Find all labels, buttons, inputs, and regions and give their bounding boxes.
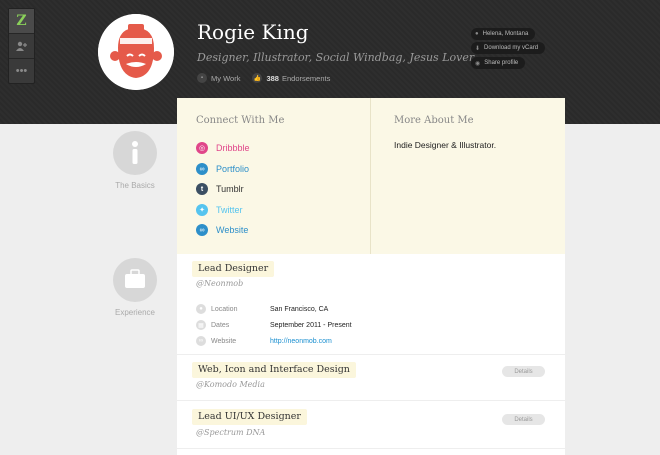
map-pin-icon: ●	[475, 31, 479, 37]
website-link[interactable]: ∞ Website	[196, 224, 248, 236]
add-contact-icon[interactable]	[9, 34, 34, 59]
side-nav: Z •••	[8, 8, 35, 84]
endorsements-count: 388	[266, 73, 279, 83]
details-button[interactable]: Details	[502, 366, 545, 377]
job-title: Lead Designer	[192, 261, 275, 277]
share-label: Share profile	[484, 60, 519, 66]
download-label: Download my vCard	[484, 45, 539, 51]
dribbble-icon: ◎	[196, 142, 208, 154]
detail-label: Dates	[211, 321, 230, 329]
calendar-icon: ▦	[196, 320, 206, 330]
download-vcard-button[interactable]: ⬇ Download my vCard	[471, 42, 546, 54]
job-company[interactable]: @Spectrum DNA	[196, 428, 265, 437]
job-website-link[interactable]: http://neonmob.com	[270, 338, 332, 345]
profile-stats: ▪ My Work 👍 388 Endorsements	[197, 73, 330, 83]
job-detail-website: ∞ Website http://neonmob.com	[196, 336, 332, 346]
about-title: More About Me	[394, 115, 474, 126]
portfolio-link[interactable]: ∞ Portfolio	[196, 163, 249, 175]
work-icon: ▪	[197, 73, 207, 83]
job-detail-location: ● Location San Francisco, CA	[196, 304, 328, 314]
profile-name: Rogie King	[197, 20, 309, 44]
twitter-link[interactable]: ✦ Twitter	[196, 204, 243, 216]
tumblr-label: Tumblr	[216, 184, 244, 194]
link-icon: ∞	[196, 163, 208, 175]
divider	[177, 448, 565, 449]
detail-value: San Francisco, CA	[270, 305, 329, 313]
location-label: Helena, Montana	[482, 31, 529, 37]
experience-section-label: Experience	[114, 308, 156, 317]
share-icon: ◉	[475, 60, 481, 67]
endorsements-label[interactable]: Endorsements	[282, 74, 330, 83]
twitter-bird-icon: ✦	[196, 204, 208, 216]
location-pill[interactable]: ● Helena, Montana	[471, 28, 536, 40]
connect-title: Connect With Me	[196, 115, 285, 126]
job-title: Lead UI/UX Designer	[192, 409, 307, 425]
location-icon: ●	[196, 304, 206, 314]
my-work-link[interactable]: My Work	[211, 74, 240, 83]
avatar	[98, 14, 174, 90]
tumblr-icon: t	[196, 183, 208, 195]
basics-section-label: The Basics	[115, 181, 155, 190]
profile-tagline: Designer, Illustrator, Social Windbag, J…	[197, 51, 475, 64]
detail-value: September 2011 - Present	[270, 321, 352, 329]
job-company[interactable]: @Komodo Media	[196, 380, 265, 389]
zerply-logo-icon[interactable]: Z	[9, 9, 34, 34]
detail-label: Website	[211, 337, 237, 345]
thumbs-up-icon: 👍	[252, 73, 263, 83]
details-button[interactable]: Details	[502, 414, 545, 425]
link-icon: ∞	[196, 224, 208, 236]
dribbble-label: Dribbble	[216, 143, 250, 153]
twitter-label: Twitter	[216, 205, 243, 215]
more-icon[interactable]: •••	[9, 59, 34, 83]
basics-info-icon	[113, 131, 157, 175]
about-text: Indie Designer & Illustrator.	[394, 140, 497, 150]
dribbble-link[interactable]: ◎ Dribbble	[196, 142, 250, 154]
detail-label: Location	[211, 305, 238, 313]
tumblr-link[interactable]: t Tumblr	[196, 183, 244, 195]
download-icon: ⬇	[475, 45, 481, 52]
link-icon: ∞	[196, 336, 206, 346]
website-label: Website	[216, 225, 249, 235]
share-profile-button[interactable]: ◉ Share profile	[471, 57, 526, 69]
job-company[interactable]: @Neonmob	[196, 279, 243, 288]
profile-card: Connect With Me More About Me Indie Desi…	[177, 98, 565, 455]
job-title: Web, Icon and Interface Design	[192, 362, 356, 378]
connect-panel: Connect With Me More About Me Indie Desi…	[177, 98, 565, 254]
column-divider	[370, 98, 371, 254]
divider	[177, 400, 565, 401]
divider	[177, 354, 565, 355]
job-detail-dates: ▦ Dates September 2011 - Present	[196, 320, 352, 330]
experience-briefcase-icon	[113, 258, 157, 302]
portfolio-label: Portfolio	[216, 164, 250, 174]
